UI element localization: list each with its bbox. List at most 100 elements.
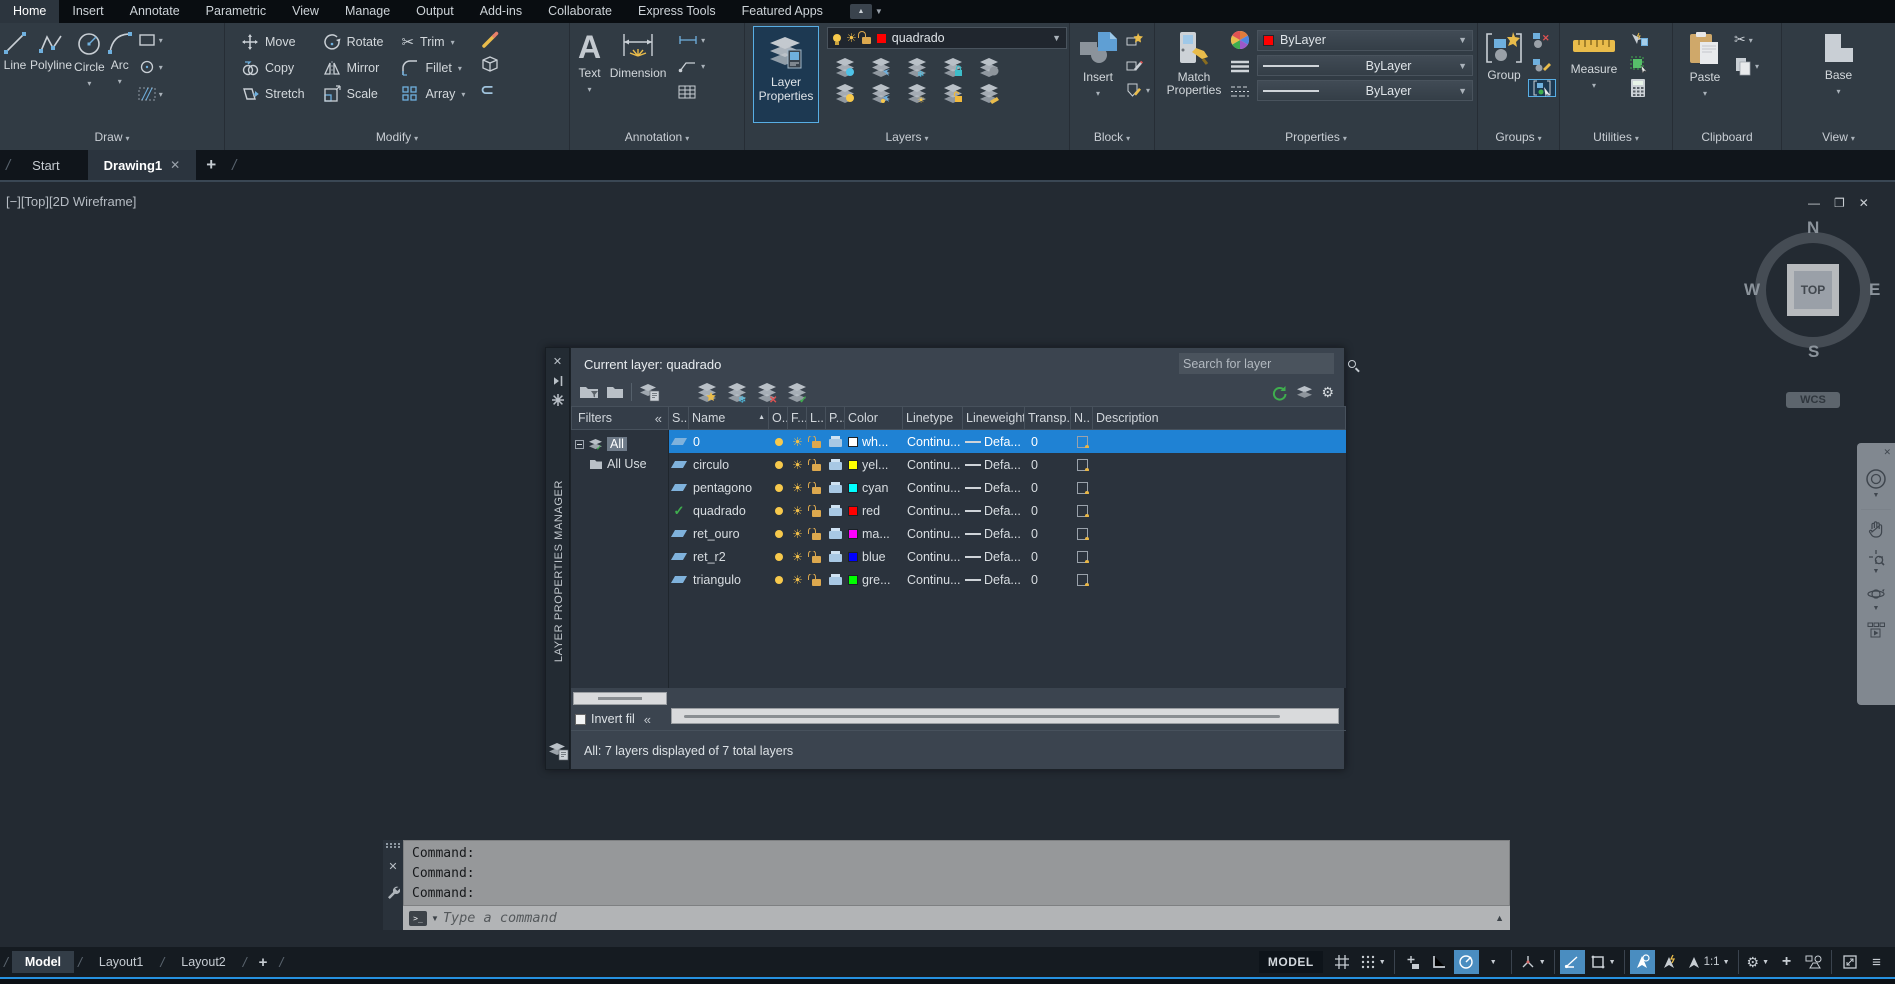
layer-states-icon[interactable] (548, 742, 569, 761)
filters-header[interactable]: Filters « (571, 406, 669, 430)
column-name[interactable]: Name ▲ (689, 407, 769, 429)
layout2-tab[interactable]: Layout2 (168, 951, 238, 973)
layer-transparency-cell[interactable]: 0 (1025, 458, 1071, 472)
layer-name[interactable]: circulo (689, 458, 769, 472)
layer-linetype-cell[interactable]: Continu... (903, 458, 963, 472)
erase-button[interactable] (477, 31, 503, 49)
ellipse-button[interactable]: ▾ (135, 58, 166, 76)
menu-tab-express-tools[interactable]: Express Tools (625, 0, 729, 23)
customization-button[interactable]: ≡ (1864, 950, 1889, 974)
column-plot[interactable]: P... (826, 407, 845, 429)
layer-freeze-icon[interactable]: ☀ (788, 459, 807, 471)
invert-filter-checkbox[interactable] (575, 713, 586, 725)
layer-plot-icon[interactable] (826, 551, 845, 562)
layer-name[interactable]: ret_ouro (689, 527, 769, 541)
explode-button[interactable] (477, 56, 503, 74)
group-edit-button[interactable] (1528, 55, 1556, 73)
edit-block-button[interactable] (1122, 56, 1153, 74)
layer-plot-icon[interactable] (826, 574, 845, 585)
close-icon[interactable]: ✕ (170, 158, 180, 172)
layer-row[interactable]: pentagono ☀ cyan Continu... Defa... 0 (669, 476, 1346, 499)
line-button[interactable]: Line (2, 23, 28, 72)
menu-tab-home[interactable]: Home (0, 0, 60, 23)
layer-lineweight-cell[interactable]: Defa... (963, 435, 1025, 449)
auto-hide-icon[interactable] (546, 375, 569, 387)
menu-tab-collaborate[interactable]: Collaborate (535, 0, 625, 23)
ungroup-button[interactable]: ✕ (1528, 31, 1556, 49)
layer-combo[interactable]: ☀ quadrado ▼ (827, 27, 1067, 49)
layer-linetype-cell[interactable]: Continu... (903, 550, 963, 564)
layer-freeze-icon[interactable]: ☀ (788, 551, 807, 563)
layer-plot-icon[interactable] (826, 482, 845, 493)
wcs-indicator[interactable]: WCS (1786, 392, 1840, 408)
layer-unlock-icon[interactable] (807, 504, 826, 517)
circle-button[interactable]: Circle ▾ (74, 23, 105, 90)
isolate-objects-button[interactable] (1801, 950, 1826, 974)
collapse-chevron-icon[interactable]: « (644, 712, 651, 727)
layer-color-cell[interactable]: ma... (845, 527, 903, 541)
array-button[interactable]: Array ▾ (397, 81, 469, 107)
layer-transparency-cell[interactable]: 0 (1025, 435, 1071, 449)
layer-color-cell[interactable]: red (845, 504, 903, 518)
layer-thaw-icon[interactable]: ☀ (906, 83, 929, 104)
command-scroll-up-icon[interactable]: ▲ (1495, 913, 1504, 923)
text-button[interactable]: A Text ▾ (578, 23, 601, 96)
restore-icon[interactable]: ❐ (1834, 196, 1845, 210)
column-description[interactable]: Description (1093, 407, 1345, 429)
workspace-switching-button[interactable]: ⚙ ▼ (1744, 950, 1773, 974)
layer-on-icon[interactable] (769, 483, 788, 492)
object-snap-tracking-button[interactable] (1559, 950, 1585, 974)
object-snap-button[interactable]: ▼ (1587, 950, 1619, 974)
groups-panel-label[interactable]: Groups ▾ (1478, 126, 1559, 150)
layer-on-icon[interactable] (769, 529, 788, 538)
layer-on-icon[interactable] (769, 575, 788, 584)
filter-tree-item-all[interactable]: ✓ All (571, 434, 668, 454)
copy-clip-button[interactable]: ▾ (1731, 57, 1762, 76)
layer-linetype-cell[interactable]: Continu... (903, 504, 963, 518)
layer-plot-icon[interactable] (826, 459, 845, 470)
filter-tree-scrollbar[interactable] (573, 692, 667, 705)
gear-icon[interactable]: ⚙ (1321, 385, 1334, 399)
polyline-button[interactable]: Polyline (30, 23, 72, 72)
layers-panel-label[interactable]: Layers ▾ (745, 126, 1069, 150)
new-layout-button[interactable]: + (251, 954, 276, 971)
layer-lineweight-cell[interactable]: Defa... (963, 527, 1025, 541)
layer-plot-icon[interactable] (826, 505, 845, 516)
viewcube-west[interactable]: W (1744, 280, 1760, 300)
layer-unlock-icon[interactable] (942, 83, 965, 104)
insert-button[interactable]: Insert ▾ (1074, 23, 1122, 100)
layer-on-icon[interactable] (769, 460, 788, 469)
close-icon[interactable]: ✕ (1883, 447, 1891, 458)
group-button[interactable]: Group (1480, 23, 1528, 82)
menu-tab-output[interactable]: Output (403, 0, 467, 23)
layer-plot-icon[interactable] (826, 436, 845, 447)
collapse-chevron-icon[interactable]: « (655, 411, 662, 426)
layer-unisolate-icon[interactable] (870, 83, 893, 104)
layer-lineweight-cell[interactable]: Defa... (963, 550, 1025, 564)
layer-on-icon[interactable] (769, 552, 788, 561)
snap-mode-button[interactable]: ▼ (1357, 950, 1389, 974)
column-transparency[interactable]: Transp... (1025, 407, 1071, 429)
layer-settings-tray-icon[interactable] (1296, 385, 1313, 400)
viewcube-north[interactable]: N (1807, 218, 1819, 238)
layer-color-cell[interactable]: gre... (845, 573, 903, 587)
ortho-mode-button[interactable] (1427, 950, 1452, 974)
drag-grip-icon[interactable] (386, 843, 400, 848)
layer-transparency-cell[interactable]: 0 (1025, 550, 1071, 564)
close-icon[interactable]: ✕ (388, 860, 397, 873)
showmotion-icon[interactable] (1867, 622, 1885, 638)
polar-tracking-flyout[interactable]: ▼ (1481, 950, 1506, 974)
layer-unlock-icon[interactable] (807, 550, 826, 563)
layer-isolate-icon[interactable] (870, 57, 893, 78)
viewcube-south[interactable]: S (1808, 342, 1819, 362)
layer-name[interactable]: 0 (689, 435, 769, 449)
edit-attributes-button[interactable]: ▾ (1122, 81, 1153, 99)
layer-color-cell[interactable]: blue (845, 550, 903, 564)
linear-dimension-button[interactable]: ▾ (675, 31, 708, 49)
layer-newvp-freeze-icon[interactable] (1071, 481, 1093, 494)
close-icon[interactable]: ✕ (1859, 196, 1869, 210)
close-icon[interactable]: ✕ (546, 355, 569, 368)
layer-lineweight-cell[interactable]: Defa... (963, 481, 1025, 495)
scale-button[interactable]: Scale (319, 81, 388, 107)
viewport-controls[interactable]: [−][Top][2D Wireframe] (6, 194, 136, 209)
